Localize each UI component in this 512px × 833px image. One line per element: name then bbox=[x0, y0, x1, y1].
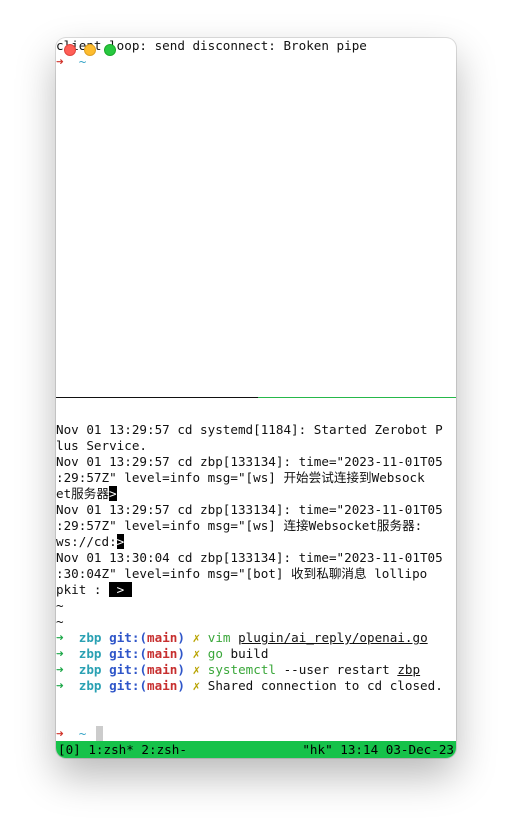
pane-divider-active[interactable] bbox=[258, 397, 456, 398]
prompt-dir: ~ bbox=[78, 726, 87, 741]
empty-line-tilde: ~ bbox=[56, 598, 64, 613]
prompt-arrow-icon: ➜ bbox=[56, 630, 64, 645]
prompt-arrow-icon: ➜ bbox=[56, 678, 64, 693]
log-line: Nov 01 13:30:04 cd zbp[133134]: time="20… bbox=[56, 550, 443, 565]
prompt-dir: ~ bbox=[78, 54, 87, 69]
inverse-marker: > bbox=[109, 582, 132, 597]
command-arg: build bbox=[230, 646, 269, 661]
dirty-icon: ✗ bbox=[192, 646, 201, 661]
prompt-arrow-icon: ➜ bbox=[56, 726, 64, 741]
command: vim bbox=[207, 630, 231, 645]
dirty-icon: ✗ bbox=[192, 662, 201, 677]
prompt-dir: zbp bbox=[78, 662, 102, 677]
dirty-icon: ✗ bbox=[192, 630, 201, 645]
command: go bbox=[207, 646, 223, 661]
log-line: Nov 01 13:29:57 cd zbp[133134]: time="20… bbox=[56, 454, 443, 469]
command-arg: plugin/ai_reply/openai.go bbox=[238, 630, 428, 645]
git-branch: main bbox=[147, 662, 178, 677]
log-line: Nov 01 13:29:57 cd zbp[133134]: time="20… bbox=[56, 502, 443, 517]
tmux-status-right: "hk" 13:14 03-Dec-23 bbox=[302, 742, 454, 757]
terminal-window[interactable]: client loop: send disconnect: Broken pip… bbox=[56, 38, 456, 758]
zoom-button[interactable] bbox=[104, 44, 116, 56]
log-line: :30:04Z" level=info msg="[bot] 收到私聊消息 lo… bbox=[56, 566, 428, 581]
command-arg: --user restart bbox=[283, 662, 390, 677]
tmux-window-list[interactable]: [0] 1:zsh* 2:zsh- bbox=[58, 741, 187, 758]
command-arg: zbp bbox=[397, 662, 421, 677]
prompt-line: ➜ zbp git:(main) ✗ vim plugin/ai_reply/o… bbox=[56, 630, 428, 645]
log-line: :29:57Z" level=info msg="[ws] 开始尝试连接到Web… bbox=[56, 470, 425, 485]
prompt-arrow-icon: ➜ bbox=[56, 54, 64, 69]
window-controls bbox=[64, 44, 116, 56]
git-branch: main bbox=[147, 630, 178, 645]
prompt-dir: zbp bbox=[78, 678, 102, 693]
prompt-dir: zbp bbox=[78, 630, 102, 645]
output-text: Shared connection to cd closed. bbox=[207, 678, 443, 693]
log-line: et服务器> bbox=[56, 486, 117, 501]
text-cursor bbox=[96, 726, 103, 742]
log-line: ws://cd:> bbox=[56, 534, 125, 549]
log-line: pkit : > bbox=[56, 582, 132, 598]
empty-line-tilde: ~ bbox=[56, 614, 64, 629]
prompt-line: ➜ zbp git:(main) ✗ systemctl --user rest… bbox=[56, 662, 421, 677]
top-prompt: ➜ ~ bbox=[56, 54, 86, 70]
pane-divider[interactable] bbox=[56, 397, 258, 398]
git-branch: main bbox=[147, 678, 178, 693]
log-line: :29:57Z" level=info msg="[ws] 连接Websocke… bbox=[56, 518, 423, 533]
prompt-line: ➜ zbp git:(main) ✗ go build bbox=[56, 646, 269, 661]
prompt-line: ➜ zbp git:(main) ✗ Shared connection to … bbox=[56, 678, 443, 693]
prompt-dir: zbp bbox=[78, 646, 102, 661]
minimize-button[interactable] bbox=[84, 44, 96, 56]
bottom-prompt: ➜ ~ bbox=[56, 726, 86, 742]
inverse-marker: > bbox=[108, 486, 117, 501]
log-line: lus Service. bbox=[56, 438, 147, 453]
prompt-arrow-icon: ➜ bbox=[56, 662, 64, 677]
git-branch: main bbox=[147, 646, 178, 661]
command: systemctl bbox=[207, 662, 276, 677]
dirty-icon: ✗ bbox=[192, 678, 201, 693]
inverse-marker: > bbox=[116, 534, 125, 549]
close-button[interactable] bbox=[64, 44, 76, 56]
log-line: Nov 01 13:29:57 cd systemd[1184]: Starte… bbox=[56, 422, 443, 437]
prompt-arrow-icon: ➜ bbox=[56, 646, 64, 661]
tmux-status-bar: [0] 1:zsh* 2:zsh- "hk" 13:14 03-Dec-23 bbox=[56, 741, 456, 758]
